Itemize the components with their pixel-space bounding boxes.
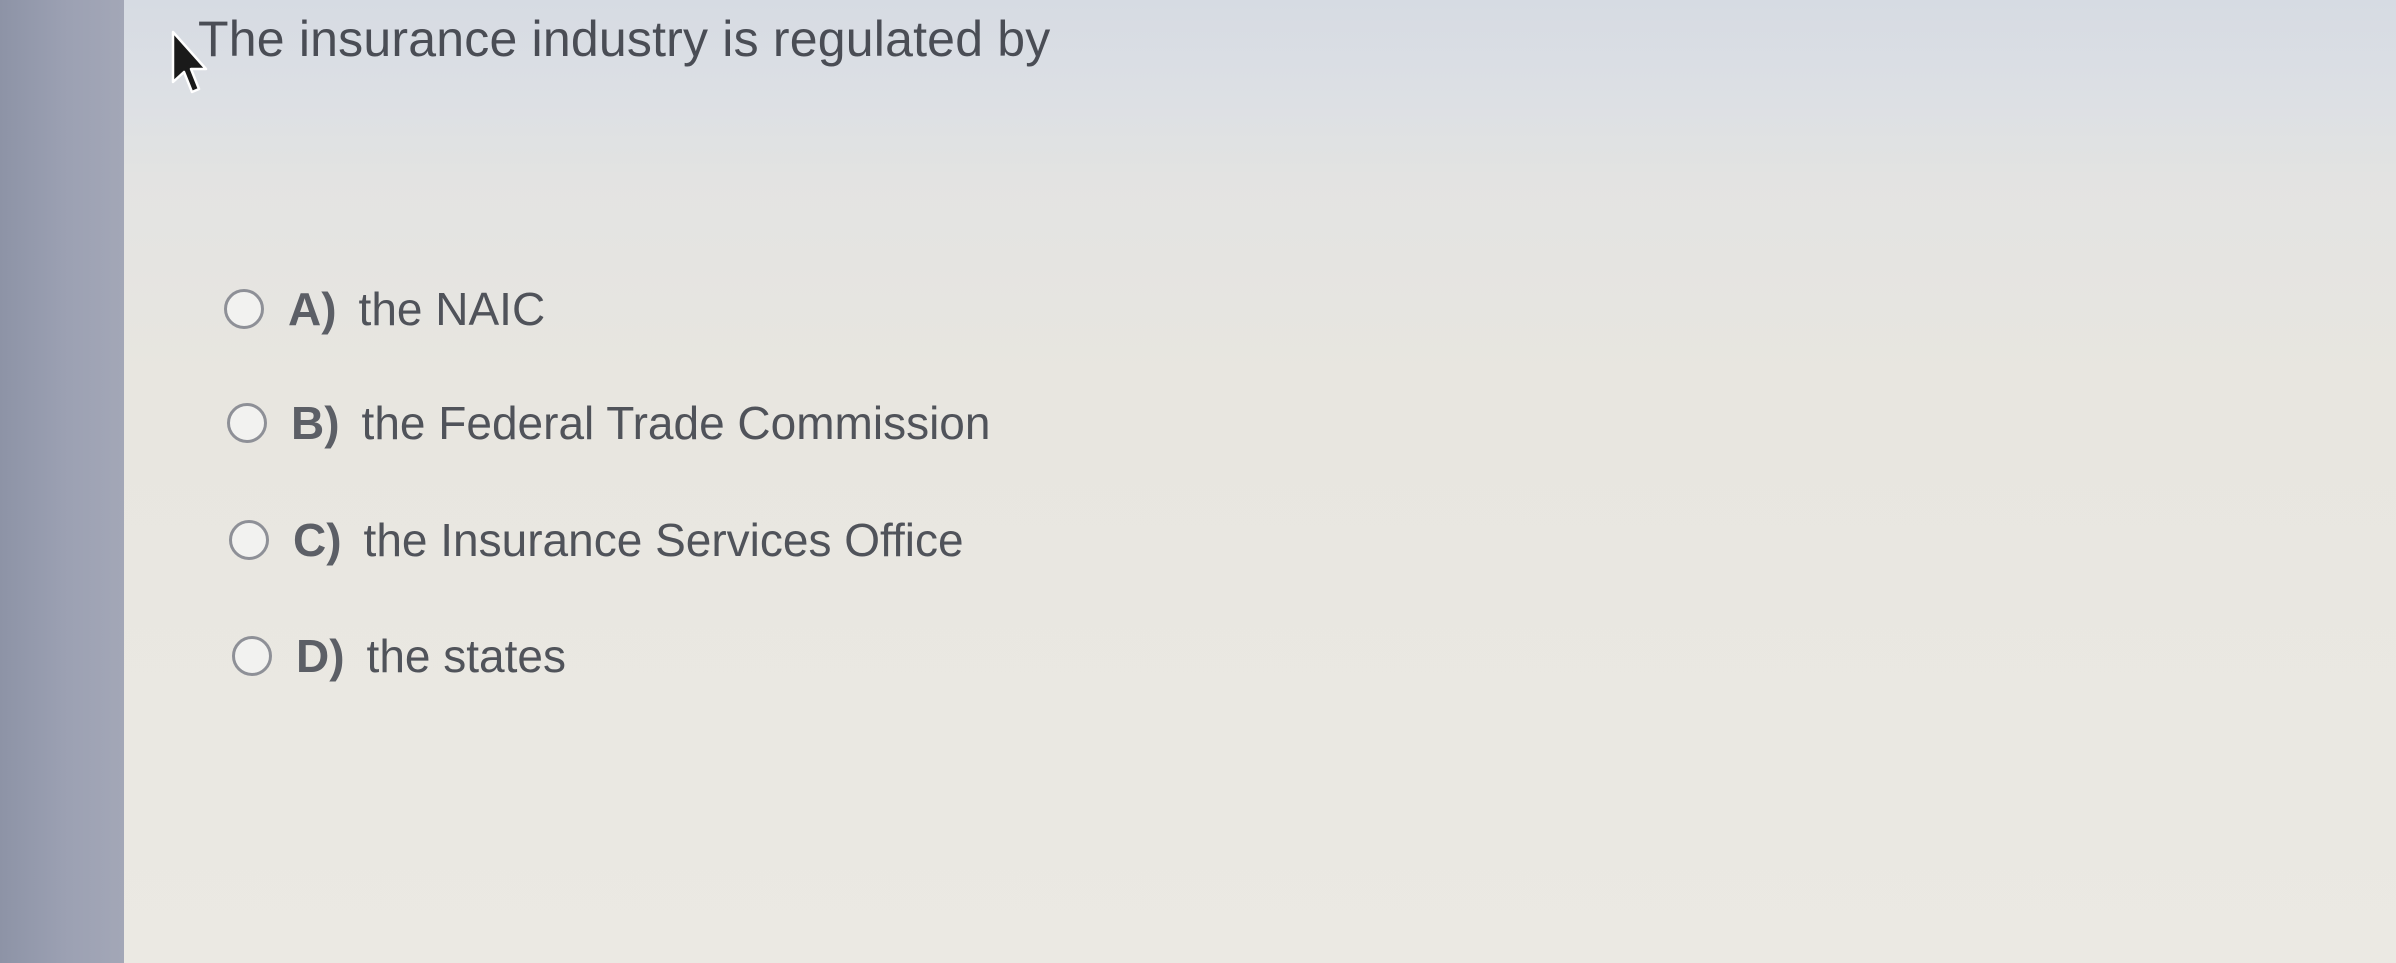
radio-button-icon[interactable] bbox=[224, 289, 264, 329]
option-label: the states bbox=[366, 630, 566, 682]
question-text: The insurance industry is regulated by bbox=[198, 11, 1051, 67]
question-panel: The insurance industry is regulated by A… bbox=[124, 0, 2396, 963]
radio-button-icon[interactable] bbox=[227, 403, 267, 443]
option-label: the Federal Trade Commission bbox=[361, 397, 991, 449]
mouse-pointer-icon bbox=[171, 30, 208, 94]
radio-button-icon[interactable] bbox=[232, 636, 272, 676]
option-b[interactable]: B) the Federal Trade Commission bbox=[227, 396, 990, 450]
option-letter: B) bbox=[291, 397, 340, 449]
option-label: the NAIC bbox=[358, 283, 546, 335]
option-a[interactable]: A) the NAIC bbox=[224, 282, 545, 336]
option-d[interactable]: D) the states bbox=[232, 629, 566, 683]
radio-button-icon[interactable] bbox=[229, 520, 269, 560]
left-sidebar-rail bbox=[0, 0, 124, 963]
option-letter: A) bbox=[288, 283, 337, 335]
option-c[interactable]: C) the Insurance Services Office bbox=[229, 513, 964, 567]
question-header: The insurance industry is regulated by bbox=[124, 0, 2396, 172]
option-letter: C) bbox=[293, 514, 342, 566]
option-letter: D) bbox=[296, 630, 345, 682]
option-label: the Insurance Services Office bbox=[363, 514, 964, 566]
